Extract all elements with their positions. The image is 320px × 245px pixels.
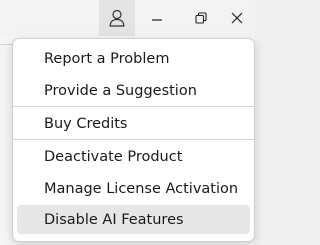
menu-item-label: Manage License Activation — [44, 180, 239, 197]
restore-icon — [195, 12, 207, 24]
menu-item-manage-license-activation[interactable]: Manage License Activation — [17, 174, 250, 203]
menu-separator — [13, 106, 254, 107]
menu-item-deactivate-product[interactable]: Deactivate Product — [17, 142, 250, 171]
menu-item-label: Buy Credits — [44, 115, 128, 132]
menu-item-disable-ai-features[interactable]: Disable AI Features — [17, 205, 250, 234]
account-button[interactable] — [99, 0, 135, 36]
minimize-icon — [151, 12, 163, 24]
user-icon — [109, 9, 125, 27]
menu-item-buy-credits[interactable]: Buy Credits — [17, 109, 250, 138]
menu-item-report-problem[interactable]: Report a Problem — [17, 44, 250, 73]
menu-item-provide-suggestion[interactable]: Provide a Suggestion — [17, 76, 250, 105]
menu-item-label: Provide a Suggestion — [44, 82, 197, 99]
title-bar — [0, 0, 255, 36]
restore-button[interactable] — [183, 0, 219, 36]
menu-item-label: Report a Problem — [44, 50, 170, 67]
minimize-button[interactable] — [139, 0, 175, 36]
account-dropdown-menu: Report a Problem Provide a Suggestion Bu… — [12, 38, 255, 242]
close-button[interactable] — [219, 0, 255, 36]
menu-separator — [13, 139, 254, 140]
menu-item-label: Deactivate Product — [44, 148, 183, 165]
close-icon — [231, 12, 243, 24]
menu-item-label: Disable AI Features — [44, 211, 184, 228]
